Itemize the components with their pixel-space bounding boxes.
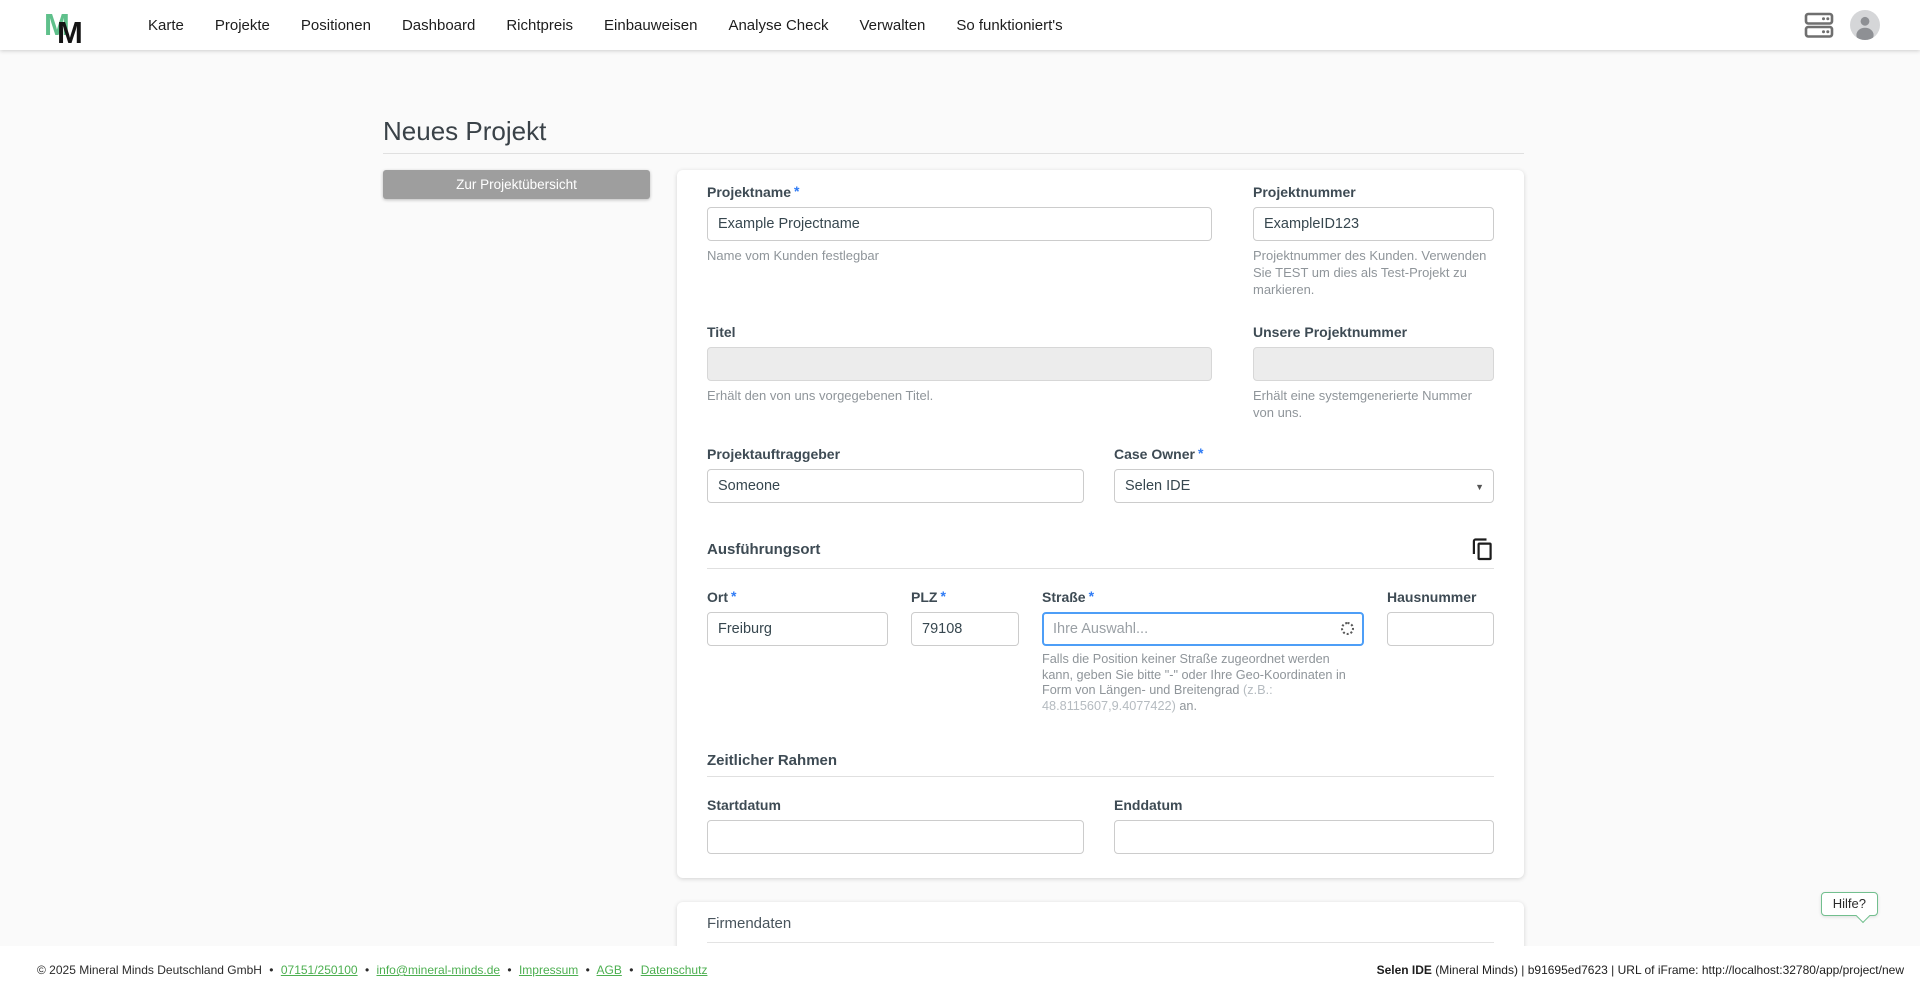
required-marker: * [794, 183, 799, 199]
projektname-label: Projektname* [707, 184, 1212, 201]
case-owner-select[interactable]: Selen IDE ▼ [1114, 469, 1494, 503]
nav-item-einbauweisen[interactable]: Einbauweisen [604, 17, 697, 34]
section-title-ausfuehrungsort: Ausführungsort [707, 541, 820, 559]
required-marker: * [1089, 588, 1094, 604]
section-title-firmendaten: Firmendaten [707, 915, 791, 933]
titel-label: Titel [707, 324, 1212, 341]
page-footer: © 2025 Mineral Minds Deutschland GmbH • … [0, 946, 1920, 994]
enddatum-input[interactable] [1114, 820, 1494, 854]
copy-icon[interactable] [1471, 537, 1494, 562]
strasse-input[interactable] [1042, 612, 1364, 646]
projektnummer-input[interactable] [1253, 207, 1494, 241]
hausnummer-input[interactable] [1387, 612, 1494, 646]
required-marker: * [731, 588, 736, 604]
server-icon[interactable] [1804, 11, 1834, 39]
case-owner-selected-value: Selen IDE [1125, 478, 1190, 494]
project-form-card: Projektname* Name vom Kunden festlegbar … [677, 170, 1524, 878]
required-marker: * [940, 588, 945, 604]
unsere-projektnummer-input [1253, 347, 1494, 381]
chevron-down-icon: ▼ [1475, 482, 1484, 492]
projektname-input[interactable] [707, 207, 1212, 241]
session-details: (Mineral Minds) | b91695ed7623 | URL of … [1432, 963, 1904, 977]
footer-datenschutz-link[interactable]: Datenschutz [641, 963, 708, 977]
main-area: Neues Projekt Zur Projektübersicht Proje… [0, 50, 1920, 946]
top-navbar: M M Karte Projekte Positionen Dashboard … [0, 0, 1920, 50]
firmendaten-card: Firmendaten [677, 902, 1524, 946]
footer-session-info: Selen IDE (Mineral Minds) | b91695ed7623… [1377, 963, 1904, 977]
enddatum-label: Enddatum [1114, 797, 1494, 814]
nav-item-karte[interactable]: Karte [148, 17, 184, 34]
strasse-label: Straße* [1042, 589, 1364, 606]
projektnummer-hint: Projektnummer des Kunden. Verwenden Sie … [1253, 247, 1494, 298]
title-divider [383, 153, 1524, 154]
ort-input[interactable] [707, 612, 888, 646]
required-marker: * [1198, 445, 1203, 461]
footer-agb-link[interactable]: AGB [597, 963, 622, 977]
page-title: Neues Projekt [383, 116, 1524, 147]
logo-letter-black: M [57, 17, 81, 48]
ort-label: Ort* [707, 589, 888, 606]
footer-left: © 2025 Mineral Minds Deutschland GmbH • … [37, 963, 707, 977]
footer-email-link[interactable]: info@mineral-minds.de [376, 963, 500, 977]
session-user: Selen IDE [1377, 963, 1432, 977]
nav-item-dashboard[interactable]: Dashboard [402, 17, 475, 34]
plz-label: PLZ* [911, 589, 1019, 606]
nav-item-analyse-check[interactable]: Analyse Check [728, 17, 828, 34]
hausnummer-label: Hausnummer [1387, 589, 1494, 606]
unsere-projektnummer-label: Unsere Projektnummer [1253, 324, 1494, 341]
footer-phone-link[interactable]: 07151/250100 [281, 963, 358, 977]
copyright-text: © 2025 Mineral Minds Deutschland GmbH [37, 963, 262, 977]
titel-input [707, 347, 1212, 381]
case-owner-label: Case Owner* [1114, 446, 1494, 463]
user-avatar-icon[interactable] [1850, 10, 1880, 40]
main-nav: Karte Projekte Positionen Dashboard Rich… [148, 17, 1063, 34]
projektnummer-label: Projektnummer [1253, 184, 1494, 201]
nav-item-so-funktionierts[interactable]: So funktioniert's [956, 17, 1062, 34]
startdatum-label: Startdatum [707, 797, 1084, 814]
nav-item-verwalten[interactable]: Verwalten [860, 17, 926, 34]
help-button[interactable]: Hilfe? [1821, 892, 1878, 916]
unsere-projektnummer-hint: Erhält eine systemgenerierte Nummer von … [1253, 387, 1494, 421]
titel-hint: Erhält den von uns vorgegebenen Titel. [707, 387, 1212, 404]
nav-item-richtpreis[interactable]: Richtpreis [506, 17, 573, 34]
nav-item-projekte[interactable]: Projekte [215, 17, 270, 34]
strasse-hint: Falls die Position keiner Straße zugeord… [1042, 652, 1364, 714]
section-title-zeitlicher-rahmen: Zeitlicher Rahmen [707, 752, 837, 770]
brand-logo[interactable]: M M [44, 3, 94, 47]
back-to-project-overview-button[interactable]: Zur Projektübersicht [383, 170, 650, 199]
projektauftraggeber-label: Projektauftraggeber [707, 446, 1084, 463]
nav-icons [1804, 10, 1880, 40]
startdatum-input[interactable] [707, 820, 1084, 854]
projektname-hint: Name vom Kunden festlegbar [707, 247, 1212, 264]
plz-input[interactable] [911, 612, 1019, 646]
loading-spinner-icon [1341, 622, 1354, 635]
footer-impressum-link[interactable]: Impressum [519, 963, 578, 977]
projektauftraggeber-input[interactable] [707, 469, 1084, 503]
nav-item-positionen[interactable]: Positionen [301, 17, 371, 34]
